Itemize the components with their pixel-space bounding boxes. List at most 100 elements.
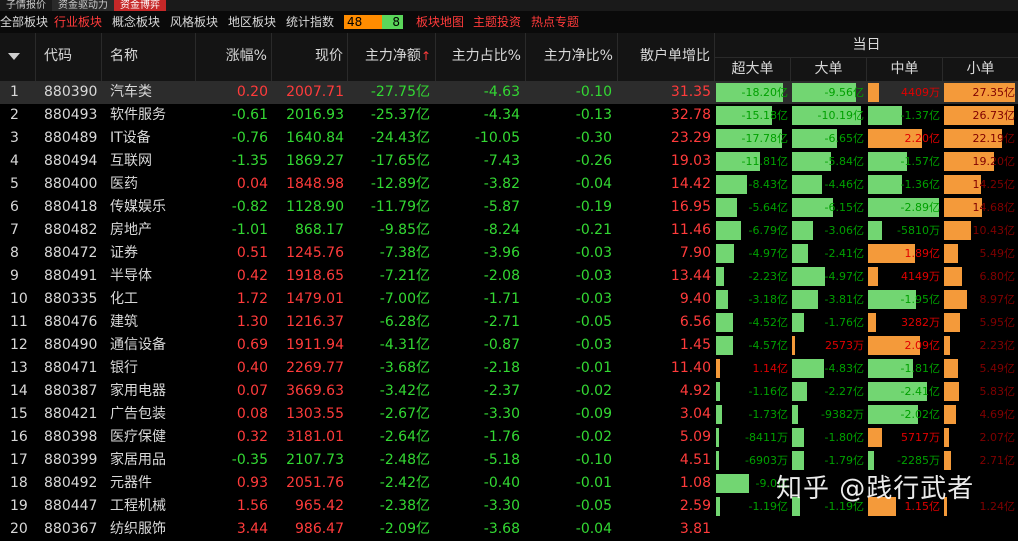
cell-net: -4.31亿 <box>379 337 430 353</box>
cell-price: 868.17 <box>295 222 344 238</box>
cell-l-bar: -9382万 <box>792 405 866 424</box>
fund-flow-value: 1.24亿 <box>979 500 1016 513</box>
table-row[interactable]: 13 880471 银行 0.40 2269.77 -3.68亿 -2.18 -0.01 11.… <box>0 357 1018 380</box>
cell-xl-bar: -8411万 <box>716 428 790 447</box>
header-price[interactable]: 现价 <box>272 33 348 81</box>
cell-net: -25.37亿 <box>370 107 430 123</box>
fund-flow-value: -1.57亿 <box>900 155 940 168</box>
category-stat-index[interactable]: 统计指数 <box>286 11 334 33</box>
header-main-net[interactable]: 主力净额↑ <box>348 33 436 81</box>
table-row[interactable]: 15 880421 广告包装 0.08 1303.55 -2.67亿 -3.30 -0.09 3… <box>0 403 1018 426</box>
cell-l-bar: -5.84亿 <box>792 152 866 171</box>
top-tab-quotes[interactable]: 子情报价 <box>0 0 52 11</box>
cell-code: 880367 <box>44 521 98 537</box>
cell-m-bar: 4409万 <box>868 83 942 102</box>
cell-name: 传媒娱乐 <box>110 199 166 215</box>
header-name[interactable]: 名称 <box>102 33 196 81</box>
cell-price: 3669.63 <box>286 383 344 399</box>
cell-s-bar: 27.35亿 <box>944 83 1017 102</box>
cell-nr: -0.03 <box>575 245 612 261</box>
cell-l-bar: -4.83亿 <box>792 359 866 378</box>
cell-price: 1918.65 <box>286 268 344 284</box>
category-region[interactable]: 地区板块 <box>228 11 276 33</box>
table-row[interactable]: 2 880493 软件服务 -0.61 2016.93 -25.37亿 -4.34 -0.13… <box>0 104 1018 127</box>
fund-flow-value: 5.49亿 <box>979 247 1016 260</box>
header-change-pct[interactable]: 涨幅% <box>196 33 272 81</box>
table-row[interactable]: 14 880387 家用电器 0.07 3669.63 -3.42亿 -2.37 -0.02 4… <box>0 380 1018 403</box>
cell-no: 15 <box>10 406 28 422</box>
table-row[interactable]: 6 880418 传媒娱乐 -0.82 1128.90 -11.79亿 -5.87 -0.19… <box>0 196 1018 219</box>
cell-xl-bar: -4.57亿 <box>716 336 790 355</box>
table-row[interactable]: 4 880494 互联网 -1.35 1869.27 -17.65亿 -7.43 -0.26 1… <box>0 150 1018 173</box>
cell-pct: -10.05 <box>474 130 520 146</box>
fund-flow-fill <box>716 290 728 309</box>
category-style[interactable]: 风格板块 <box>170 11 218 33</box>
header-code[interactable]: 代码 <box>36 33 102 81</box>
header-m-order[interactable]: 中单 <box>867 57 943 81</box>
cell-pct: -2.08 <box>483 268 520 284</box>
cell-pct: -2.37 <box>483 383 520 399</box>
fund-flow-value: 2.07亿 <box>979 431 1016 444</box>
table-row[interactable]: 1 880390 汽车类 0.20 2007.71 -27.75亿 -4.63 -0.10 31… <box>0 81 1018 104</box>
table-row[interactable]: 16 880398 医疗保健 0.32 3181.01 -2.64亿 -1.76 -0.02 5… <box>0 426 1018 449</box>
table-row[interactable]: 11 880476 建筑 1.30 1216.37 -6.28亿 -2.71 -0.05 6.5… <box>0 311 1018 334</box>
table-row[interactable]: 3 880489 IT设备 -0.76 1640.84 -24.43亿 -10.05 -0.3… <box>0 127 1018 150</box>
top-tab-fund-game[interactable]: 资金博弈 <box>114 0 166 11</box>
fund-flow-value: -1.81亿 <box>900 362 940 375</box>
fund-flow-fill <box>716 175 748 194</box>
cell-pct: -0.40 <box>483 475 520 491</box>
top-tab-fund-driver[interactable]: 资金驱动力 <box>52 0 114 11</box>
top-tab-strip: 子情报价 资金驱动力 资金博弈 <box>0 0 1018 11</box>
header-s-order[interactable]: 小单 <box>943 57 1018 81</box>
header-main-net-ratio[interactable]: 主力净比% <box>526 33 618 81</box>
fund-flow-fill <box>716 405 723 424</box>
cell-retail: 9.40 <box>679 291 711 307</box>
cell-no: 4 <box>10 153 19 169</box>
cell-m-bar: -1.37亿 <box>868 106 942 125</box>
cell-code: 880387 <box>44 383 98 399</box>
category-industry[interactable]: 行业板块 <box>54 11 102 33</box>
cell-pct: -2.18 <box>483 360 520 376</box>
header-xl-order[interactable]: 超大单 <box>715 57 791 81</box>
category-concept[interactable]: 概念板块 <box>112 11 160 33</box>
cell-name: 医药 <box>110 176 138 192</box>
cell-xl-bar: -2.23亿 <box>716 267 790 286</box>
fund-flow-value: 22.19亿 <box>972 132 1016 145</box>
fund-flow-fill <box>868 83 879 102</box>
column-menu-button[interactable] <box>0 33 36 81</box>
link-hot-topics[interactable]: 热点专题 <box>531 11 579 33</box>
cell-no: 20 <box>10 521 28 537</box>
cell-code: 880482 <box>44 222 98 238</box>
table-row[interactable]: 20 880367 纺织服饰 3.44 986.47 -2.09亿 -3.68 -0.04 3.… <box>0 518 1018 541</box>
cell-l-bar <box>792 520 866 539</box>
link-sector-map[interactable]: 板块地图 <box>416 11 464 33</box>
fund-flow-value: 2.09亿 <box>904 339 941 352</box>
header-main-pct[interactable]: 主力占比% <box>436 33 526 81</box>
cell-price: 965.42 <box>295 498 344 514</box>
table-row[interactable]: 9 880491 半导体 0.42 1918.65 -7.21亿 -2.08 -0.03 13.… <box>0 265 1018 288</box>
watermark: 知乎 @践行武者 <box>776 474 975 504</box>
cell-xl-bar: -5.64亿 <box>716 198 790 217</box>
category-all[interactable]: 全部板块 <box>0 11 48 33</box>
fund-flow-fill <box>868 267 879 286</box>
fund-flow-value: -6.65亿 <box>824 132 864 145</box>
cell-s-bar: 10.43亿 <box>944 221 1017 240</box>
fund-flow-value: -1.76亿 <box>824 316 864 329</box>
header-l-order[interactable]: 大单 <box>791 57 867 81</box>
cell-code: 880491 <box>44 268 98 284</box>
fund-flow-value: -2.02亿 <box>900 408 940 421</box>
table-row[interactable]: 8 880472 证券 0.51 1245.76 -7.38亿 -3.96 -0.03 7.90… <box>0 242 1018 265</box>
table-row[interactable]: 5 880400 医药 0.04 1848.98 -12.89亿 -3.82 -0.04 14.… <box>0 173 1018 196</box>
table-row[interactable]: 7 880482 房地产 -1.01 868.17 -9.85亿 -8.24 -0.21 11.… <box>0 219 1018 242</box>
cell-l-bar: -2.27亿 <box>792 382 866 401</box>
cell-retail: 16.95 <box>670 199 711 215</box>
table-row[interactable]: 10 880335 化工 1.72 1479.01 -7.00亿 -1.71 -0.03 9.4… <box>0 288 1018 311</box>
fund-flow-value: -18.20亿 <box>741 86 788 99</box>
cell-code: 880494 <box>44 153 98 169</box>
fund-flow-value: -9382万 <box>821 408 864 421</box>
fund-flow-value: 4409万 <box>901 86 940 99</box>
cell-l-bar: -10.19亿 <box>792 106 866 125</box>
header-retail-increase[interactable]: 散户单增比 <box>618 33 715 81</box>
table-row[interactable]: 12 880490 通信设备 0.69 1911.94 -4.31亿 -0.87 -0.03 1… <box>0 334 1018 357</box>
link-theme-invest[interactable]: 主题投资 <box>473 11 521 33</box>
